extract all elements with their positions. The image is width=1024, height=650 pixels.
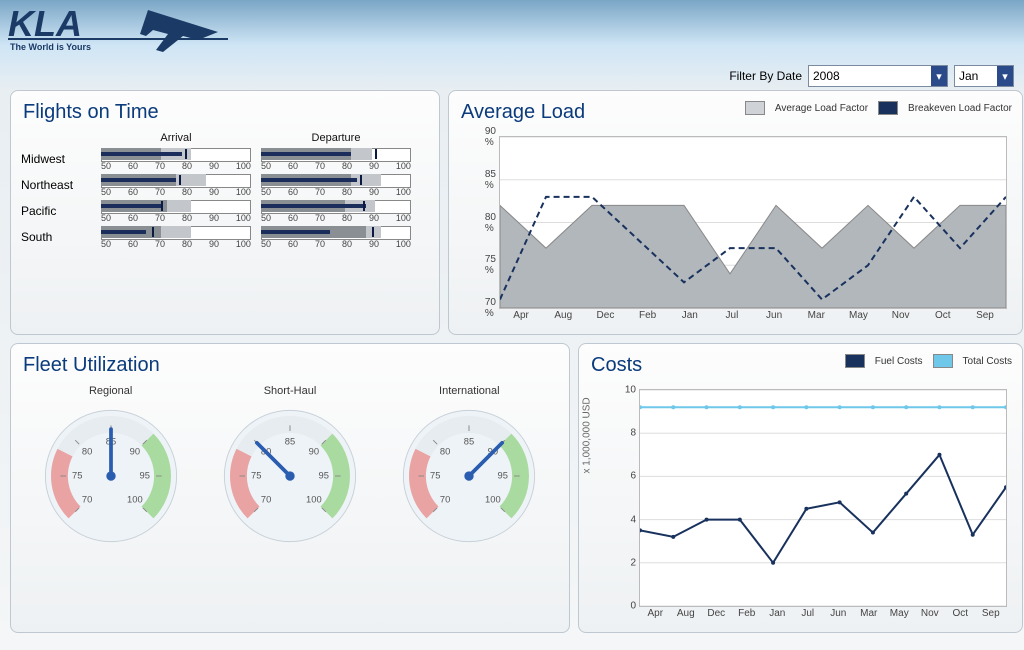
header: KLA The World is Yours Filter By Date 20… [0,0,1024,90]
svg-text:KLA: KLA [8,3,82,44]
filter-label: Filter By Date [729,69,802,83]
svg-text:75: 75 [72,470,82,480]
bullet-row-label: South [21,226,91,248]
svg-text:The World is Yours: The World is Yours [10,42,91,52]
bullet-chart: 5060708090100 [261,200,411,222]
bullet-chart: 5060708090100 [261,226,411,248]
costs-chart: 0246810AprAugDecFebJanJulJunMarMayNovOct… [639,389,1007,607]
bullet-row-label: Northeast [21,174,91,196]
bullet-chart: 5060708090100 [101,148,251,170]
svg-text:85: 85 [285,437,295,447]
panel-title: Fleet Utilization [23,354,559,377]
gauge: Short-Haul707580859095100 [215,385,365,551]
svg-text:70: 70 [261,494,271,504]
svg-text:100: 100 [485,494,501,504]
svg-text:85: 85 [464,437,474,447]
svg-text:100: 100 [127,494,143,504]
panel-costs: Costs Fuel Costs Total Costs x 1,000,000… [578,343,1023,633]
gauge-title: Regional [36,385,186,397]
month-select[interactable]: Jan▾ [954,65,1014,87]
year-select[interactable]: 2008▾ [808,65,948,87]
panel-flights-on-time: Flights on Time ArrivalDepartureMidwest5… [10,90,440,335]
bullet-chart: 5060708090100 [101,226,251,248]
legend: Average Load Factor Breakeven Load Facto… [745,101,1012,115]
svg-text:70: 70 [440,494,450,504]
svg-text:80: 80 [82,447,92,457]
svg-text:95: 95 [139,470,149,480]
panel-average-load: Average Load Average Load Factor Breakev… [448,90,1023,335]
bullet-row-label: Pacific [21,200,91,222]
chevron-down-icon: ▾ [931,66,947,86]
bullet-row-label: Midwest [21,148,91,170]
bullet-chart: 5060708090100 [101,200,251,222]
gauge-title: International [394,385,544,397]
y-axis-label: x 1,000,000 USD [582,397,593,473]
svg-text:95: 95 [319,470,329,480]
svg-text:100: 100 [306,494,322,504]
panel-title: Costs [591,354,642,377]
svg-text:80: 80 [440,447,450,457]
bullet-chart: 5060708090100 [261,174,411,196]
svg-text:75: 75 [251,470,261,480]
svg-text:95: 95 [498,470,508,480]
panel-fleet-utilization: Fleet Utilization Regional 70 75 80 85 90 95 10… [10,343,570,633]
bullet-chart: 5060708090100 [101,174,251,196]
gauge: Regional707580859095100 [36,385,186,551]
svg-text:90: 90 [309,447,319,457]
gauge: International707580859095100 [394,385,544,551]
average-load-chart: 70 %75 %80 %85 %90 %AprAugDecFebJanJulJu… [499,136,1007,309]
svg-text:70: 70 [82,494,92,504]
logo: KLA The World is Yours [8,2,228,77]
chevron-down-icon: ▾ [997,66,1013,86]
svg-text:75: 75 [430,470,440,480]
panel-title: Flights on Time [23,101,429,124]
svg-text:90: 90 [129,447,139,457]
gauge-title: Short-Haul [215,385,365,397]
bullet-chart: 5060708090100 [261,148,411,170]
legend: Fuel Costs Total Costs [845,354,1012,368]
